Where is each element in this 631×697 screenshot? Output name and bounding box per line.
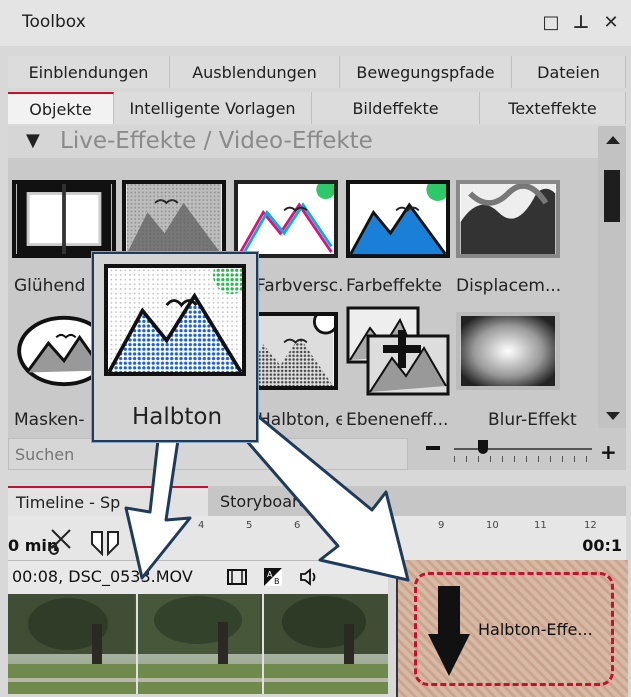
tab-objekte[interactable]: Objekte	[8, 92, 114, 124]
zoom-slider-ticks	[454, 456, 592, 462]
tab-ausblendungen[interactable]: Ausblendungen	[170, 56, 340, 88]
effect-label-farbeffekte: Farbeffekte	[346, 276, 443, 296]
ruler-number: 10	[486, 520, 499, 531]
color-shift-effect-icon[interactable]	[122, 180, 226, 258]
toolbox-window: Toolbox □ ⊥ ✕ Einblendungen Ausblendunge…	[0, 0, 631, 697]
effect-label-ebeneneffekt: Ebeneneff...	[346, 410, 449, 430]
clip-header[interactable]: 00:08, DSC_0533.MOV AB	[8, 560, 388, 594]
tab-texteffekte[interactable]: Texteffekte	[480, 92, 626, 124]
timeline-ruler[interactable]: 0 min 4 5 6 9 10 11 12 00:1	[8, 516, 626, 560]
ruler-number: 9	[438, 520, 445, 531]
effect-label-gluehend: Glühend	[14, 276, 86, 296]
speaker-icon[interactable]	[298, 566, 320, 588]
blur-effect-icon[interactable]	[456, 312, 560, 390]
tab-bewegungspfade[interactable]: Bewegungspfade	[340, 56, 512, 88]
tab-storyboard[interactable]: Storyboard	[212, 486, 322, 516]
effect-label-halbton: Halbton, e...	[258, 410, 342, 430]
effect-label-masken: Masken-	[14, 410, 85, 430]
layer-effect-icon[interactable]	[346, 306, 450, 396]
displacement-effect-icon[interactable]	[456, 180, 560, 258]
ruler-number: 6	[294, 520, 301, 531]
window-title: Toolbox	[22, 12, 86, 32]
search-field[interactable]	[8, 438, 408, 470]
color-effect-icon[interactable]	[346, 180, 450, 258]
scissors-marker-icon[interactable]	[48, 526, 128, 556]
drag-preview-popup: Halbton	[92, 252, 258, 442]
vertical-scrollbar[interactable]	[598, 126, 626, 428]
zoom-out-icon[interactable]	[426, 446, 440, 450]
drop-zone-label: Halbton-Effe...	[478, 620, 593, 639]
tab-timeline[interactable]: Timeline - Sp	[8, 486, 208, 516]
color-effect-icon-rgb[interactable]	[234, 180, 338, 258]
collapse-triangle-icon[interactable]: ▼	[26, 130, 40, 151]
timeline-tab-bar: Timeline - Sp Storyboard	[8, 486, 626, 516]
zoom-in-icon[interactable]: +	[600, 440, 617, 464]
title-bar: Toolbox □ ⊥ ✕	[0, 0, 631, 46]
ruler-number: 5	[246, 520, 253, 531]
video-clip-thumbnail[interactable]	[8, 594, 388, 694]
tab-bildeffekte[interactable]: Bildeffekte	[312, 92, 480, 124]
effect-label-farbverschiebung: Farbversc...	[256, 276, 342, 296]
arrow-down-icon	[428, 586, 470, 676]
tab-intelligente-vorlagen[interactable]: Intelligente Vorlagen	[114, 92, 312, 124]
popup-label: Halbton	[131, 404, 223, 430]
scroll-down-icon[interactable]	[606, 412, 620, 420]
glow-effect-icon[interactable]	[12, 180, 116, 258]
svg-text:A: A	[267, 570, 273, 579]
zoom-slider-handle[interactable]	[478, 440, 488, 454]
effect-drop-zone[interactable]: Halbton-Effe...	[396, 560, 628, 697]
tab-dateien[interactable]: Dateien	[512, 56, 626, 88]
halftone-preview-icon	[104, 264, 246, 376]
svg-text:B: B	[274, 577, 280, 586]
tab-row-primary: Einblendungen Ausblendungen Bewegungspfa…	[8, 56, 626, 90]
ruler-number: 4	[198, 520, 205, 531]
close-button[interactable]: ✕	[600, 12, 622, 34]
maximize-button[interactable]: □	[540, 12, 562, 34]
pin-button[interactable]: ⊥	[570, 12, 592, 34]
tab-einblendungen[interactable]: Einblendungen	[8, 56, 170, 88]
scroll-thumb[interactable]	[604, 170, 620, 222]
clip-time: 00:08,	[12, 567, 64, 586]
zoom-slider-track[interactable]	[454, 448, 592, 450]
tab-row-secondary: Objekte Intelligente Vorlagen Bildeffekt…	[8, 92, 626, 126]
ruler-number: 12	[584, 520, 597, 531]
effect-label-blur: Blur-Effekt	[488, 410, 577, 430]
effect-label-displacement: Displacem...	[456, 276, 562, 296]
section-header[interactable]: ▼ Live-Effekte / Video-Effekte	[8, 126, 598, 158]
transition-ab-icon[interactable]: AB	[262, 566, 284, 588]
section-title: Live-Effekte / Video-Effekte	[60, 128, 373, 154]
ruler-number: 11	[534, 520, 547, 531]
film-icon[interactable]	[226, 566, 248, 588]
search-input[interactable]	[9, 439, 407, 469]
scroll-up-icon[interactable]	[606, 136, 620, 144]
ruler-end-time: 00:1	[582, 536, 622, 555]
clip-info: 00:08, DSC_0533.MOV	[12, 567, 193, 586]
clip-filename: DSC_0533.MOV	[68, 567, 193, 586]
